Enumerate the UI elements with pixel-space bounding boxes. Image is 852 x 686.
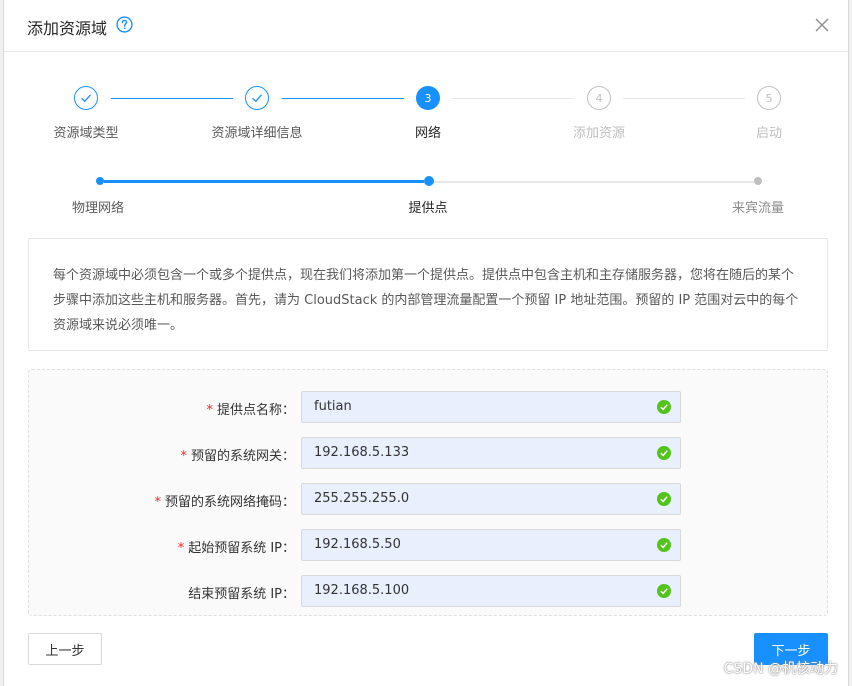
info-description: 每个资源域中必须包含一个或多个提供点，现在我们将添加第一个提供点。提供点中包含主… [28, 238, 828, 351]
form-row-gateway: * 预留的系统网关： 192.168.5.133 [29, 437, 827, 469]
substep-label: 来宾流量 [731, 201, 785, 216]
form-label: * 提供点名称： [206, 403, 295, 418]
step-label: 网络 [414, 126, 442, 141]
substep-connector [104, 180, 424, 183]
substep-dot [424, 176, 434, 186]
form-label: * 预留的系统网关： [180, 449, 295, 464]
check-circle-icon [657, 584, 671, 598]
substep-connector [434, 181, 756, 183]
pod-name-input[interactable]: futian [301, 391, 681, 423]
step-connector [111, 98, 233, 99]
check-circle-icon [657, 446, 671, 460]
add-zone-dialog: 添加资源域 3 4 5 资源域类型 资源域详细信息 网络 添加资源 启动 物理网… [3, 0, 849, 686]
wizard-steps: 3 4 5 资源域类型 资源域详细信息 网络 添加资源 启动 [4, 86, 848, 146]
form-row-pod-name: * 提供点名称： futian [29, 391, 827, 423]
step-connector [452, 98, 574, 99]
dialog-header: 添加资源域 [4, 0, 848, 52]
step-2-done-icon [245, 86, 269, 110]
check-circle-icon [657, 538, 671, 552]
prev-button[interactable]: 上一步 [28, 633, 102, 665]
substep-label: 物理网络 [71, 201, 125, 216]
step-1-done-icon [74, 86, 98, 110]
pod-form: * 提供点名称： futian * 预留的系统网关： 192.168.5.133 *… [28, 369, 828, 616]
close-icon[interactable] [814, 17, 830, 33]
step-label: 添加资源 [572, 126, 626, 141]
check-circle-icon [657, 492, 671, 506]
step-label: 启动 [755, 126, 783, 141]
gateway-input[interactable]: 192.168.5.133 [301, 437, 681, 469]
network-substeps: 物理网络 提供点 来宾流量 [4, 176, 848, 221]
form-row-netmask: * 预留的系统网络掩码： 255.255.255.0 [29, 483, 827, 515]
question-circle-icon[interactable] [116, 16, 133, 33]
netmask-input[interactable]: 255.255.255.0 [301, 483, 681, 515]
watermark: CSDN @机核动力 [723, 661, 838, 677]
end-ip-input[interactable]: 192.168.5.100 [301, 575, 681, 607]
form-row-end-ip: 结束预留系统 IP： 192.168.5.100 [29, 575, 827, 607]
step-connector [623, 98, 745, 99]
form-label: * 预留的系统网络掩码： [154, 495, 295, 510]
start-ip-input[interactable]: 192.168.5.50 [301, 529, 681, 561]
step-3-number: 3 [416, 86, 440, 110]
form-label: 结束预留系统 IP： [188, 587, 295, 602]
dialog-title: 添加资源域 [27, 19, 108, 38]
step-4-number: 4 [587, 86, 611, 110]
step-label: 资源域类型 [53, 126, 119, 141]
info-text: 每个资源域中必须包含一个或多个提供点，现在我们将添加第一个提供点。提供点中包含主… [53, 268, 799, 333]
step-connector [282, 98, 404, 99]
substep-dot [96, 177, 104, 185]
form-label: * 起始预留系统 IP： [177, 541, 295, 556]
step-5-number: 5 [757, 86, 781, 110]
check-circle-icon [657, 400, 671, 414]
step-label: 资源域详细信息 [211, 126, 303, 141]
substep-dot [754, 177, 762, 185]
substep-label: 提供点 [408, 201, 448, 216]
form-row-start-ip: * 起始预留系统 IP： 192.168.5.50 [29, 529, 827, 561]
